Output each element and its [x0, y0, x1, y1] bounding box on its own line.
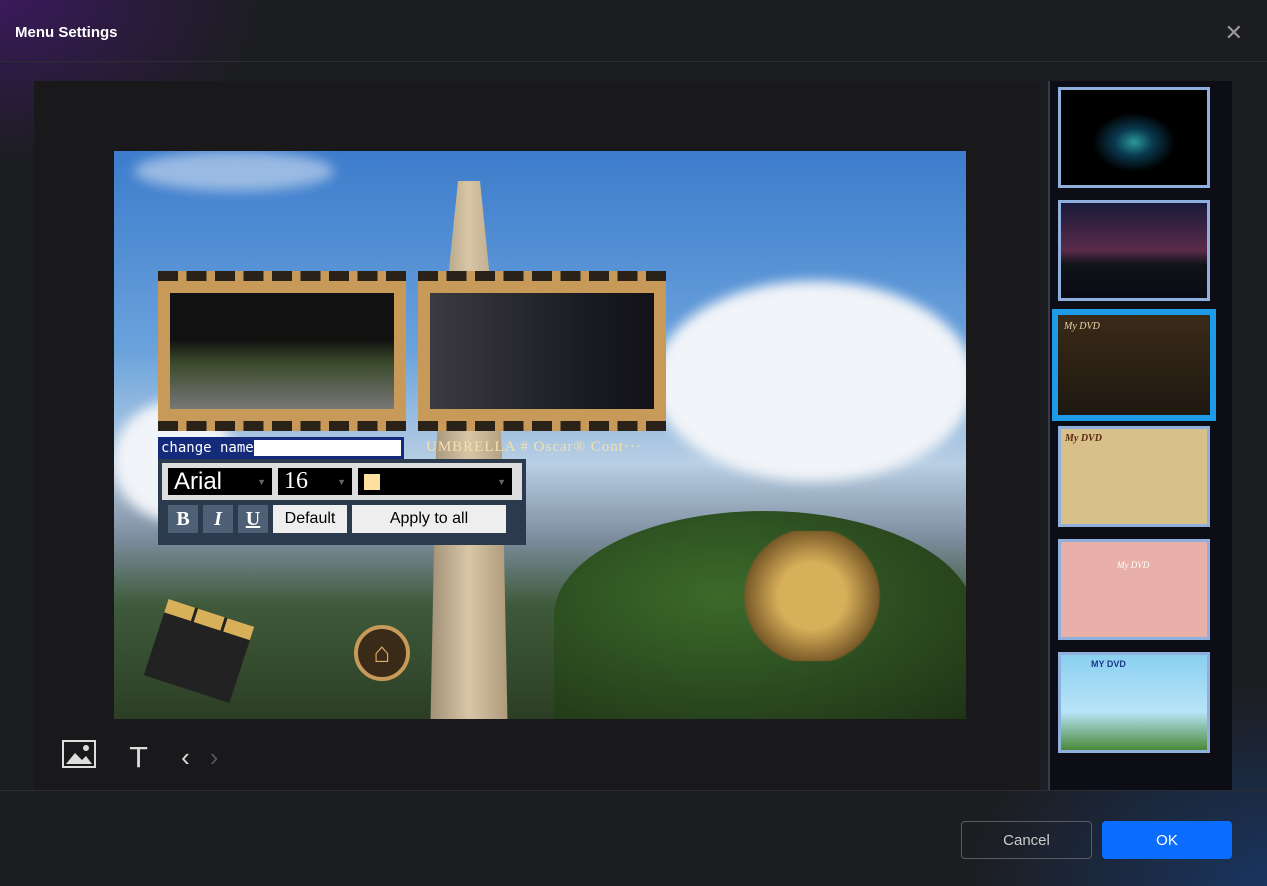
chapter-thumbnail-1[interactable] [158, 271, 406, 431]
text-format-toolbar: Arial ▼ 16 ▼ ▼ B I U Default Apply to all [158, 459, 526, 545]
close-icon[interactable]: ✕ [1225, 20, 1243, 46]
apply-to-all-button[interactable]: Apply to all [352, 505, 506, 533]
underline-button[interactable]: U [238, 505, 268, 533]
template-thumbnail[interactable] [1058, 200, 1210, 301]
template-thumbnail[interactable]: MY DVD [1058, 652, 1210, 753]
bold-button[interactable]: B [168, 505, 198, 533]
chapter-thumbnail-2[interactable] [418, 271, 666, 431]
template-thumbnail[interactable]: My DVD [1058, 539, 1210, 640]
size-select[interactable]: 16 ▼ [278, 468, 352, 495]
image-icon[interactable] [62, 740, 96, 775]
menu-preview: change name UMBRELLA # Oscar® Cont··· Ar… [34, 81, 1040, 790]
dialog-title: Menu Settings [15, 24, 118, 41]
template-thumbnail-selected[interactable]: My DVD [1052, 309, 1216, 421]
preview-tools: T ‹ › [62, 740, 218, 775]
film-reel-decoration [722, 531, 902, 661]
color-swatch [364, 473, 380, 490]
text-icon[interactable]: T [130, 741, 147, 774]
prev-icon[interactable]: ‹ [181, 742, 190, 773]
font-select[interactable]: Arial ▼ [168, 468, 272, 495]
template-thumbnail[interactable]: My DVD [1058, 426, 1210, 527]
chapter-name-input[interactable]: change name [158, 437, 404, 459]
cancel-button[interactable]: Cancel [961, 821, 1092, 859]
template-list[interactable]: My DVD My DVD My DVD MY DVD [1048, 81, 1232, 790]
template-thumbnail[interactable] [1058, 87, 1210, 188]
divider [0, 790, 1267, 791]
background-image: change name UMBRELLA # Oscar® Cont··· Ar… [114, 151, 966, 719]
chapter-title-2[interactable]: UMBRELLA # Oscar® Cont··· [426, 439, 642, 456]
italic-button[interactable]: I [203, 505, 233, 533]
default-button[interactable]: Default [273, 505, 347, 533]
home-icon[interactable]: ⌂ [354, 625, 410, 681]
next-icon: › [209, 742, 219, 772]
ok-button[interactable]: OK [1102, 821, 1232, 859]
clapperboard-decoration [143, 599, 255, 703]
divider [0, 61, 1267, 62]
color-select[interactable]: ▼ [358, 468, 512, 495]
